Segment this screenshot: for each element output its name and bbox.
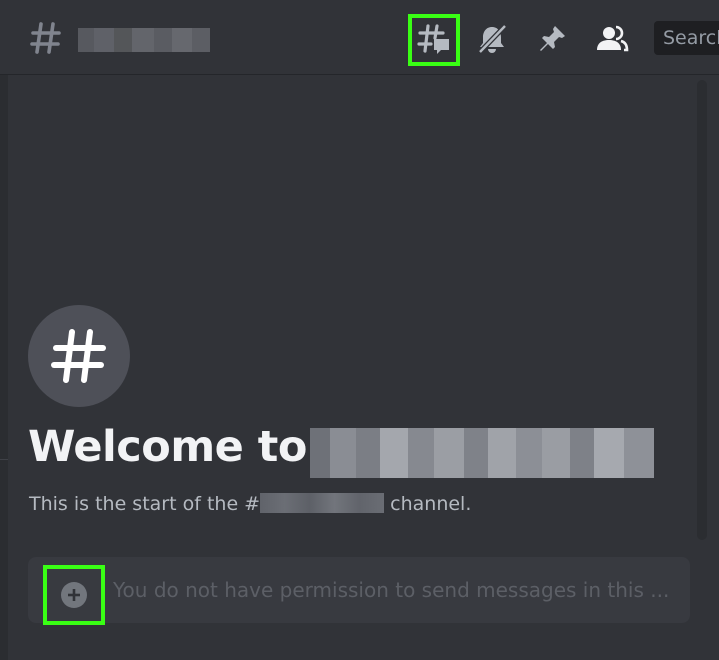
channel-header: Search: [0, 0, 719, 75]
plus-circle-icon: [61, 582, 87, 608]
channel-avatar: [28, 305, 130, 407]
hash-icon: [51, 329, 106, 383]
members-icon: [597, 25, 629, 52]
edge-divider: [0, 459, 8, 460]
welcome-title: Welcome to: [28, 422, 307, 472]
pinned-messages-button[interactable]: [529, 16, 575, 62]
member-list-button[interactable]: [589, 16, 635, 62]
threads-icon: [417, 24, 449, 54]
upload-button[interactable]: [43, 565, 105, 625]
scrollbar[interactable]: [697, 80, 707, 540]
start-suffix: channel.: [390, 493, 472, 515]
notification-settings-button[interactable]: [469, 16, 515, 62]
start-prefix: This is the start of the #: [29, 493, 261, 515]
pin-icon: [540, 26, 565, 51]
channel-name-redacted: [260, 493, 385, 513]
channel-start-text: This is the start of the # channel.: [29, 493, 471, 515]
hash-icon: [30, 22, 61, 54]
channel-name-redacted: [78, 28, 210, 52]
channel-name-redacted: [310, 428, 654, 478]
threads-button[interactable]: [408, 14, 460, 66]
bell-muted-icon: [478, 24, 507, 54]
left-edge: [0, 75, 8, 660]
message-input: You do not have permission to send messa…: [113, 578, 670, 602]
chat-view: Search Welcome to This is the start of t…: [0, 0, 719, 660]
search-input[interactable]: Search: [654, 21, 719, 55]
